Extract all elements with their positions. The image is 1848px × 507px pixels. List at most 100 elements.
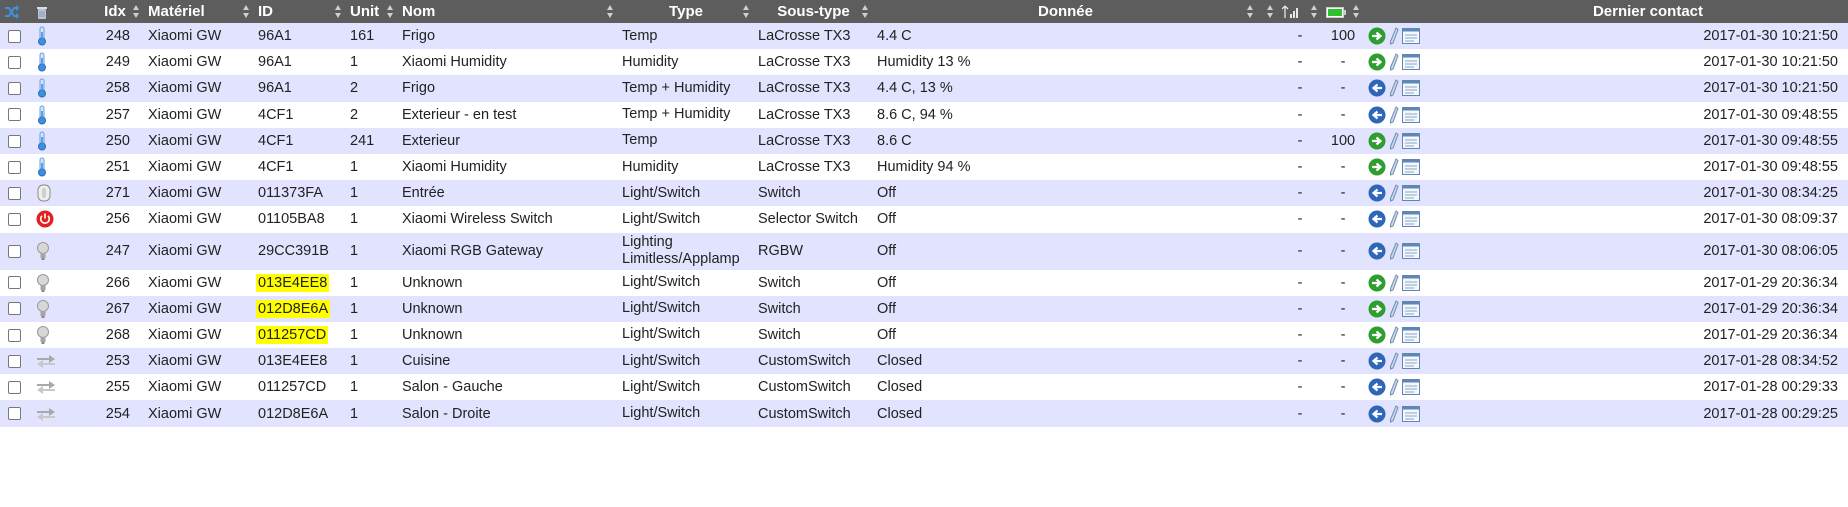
nom-cell: Cuisine <box>402 353 451 370</box>
edit-pencil-icon[interactable] <box>1389 404 1399 423</box>
trash-icon[interactable] <box>36 5 48 20</box>
row-checkbox[interactable] <box>8 82 21 96</box>
edit-pencil-icon[interactable] <box>1389 105 1399 124</box>
arrow-right-icon[interactable] <box>1368 274 1386 292</box>
edit-pencil-icon[interactable] <box>1389 210 1399 229</box>
col-unit[interactable]: Unit <box>346 0 398 23</box>
arrow-left-icon[interactable] <box>1368 352 1386 370</box>
row-checkbox[interactable] <box>8 381 21 395</box>
col-id[interactable]: ID <box>254 0 346 23</box>
shuffle-icon[interactable] <box>4 5 20 20</box>
table-row[interactable]: 250 Xiaomi GW 4CF1 241 Exterieur Temp LaCrosse… <box>0 127 1848 154</box>
edit-pencil-icon[interactable] <box>1389 378 1399 397</box>
col-soustype[interactable]: Sous-type <box>754 0 873 23</box>
row-checkbox[interactable] <box>8 29 21 43</box>
table-row[interactable]: 258 Xiaomi GW 96A1 2 Frigo Temp + Humidity LaC… <box>0 75 1848 102</box>
arrow-left-icon[interactable] <box>1368 79 1386 97</box>
edit-pencil-icon[interactable] <box>1389 158 1399 176</box>
log-window-icon[interactable] <box>1402 106 1420 123</box>
row-checkbox[interactable] <box>8 328 21 342</box>
donnee-cell: Off <box>877 243 897 259</box>
table-row[interactable]: 266 Xiaomi GW 013E4EE8 1 Unknown Light/Switch… <box>0 269 1848 296</box>
log-window-icon[interactable] <box>1402 211 1420 228</box>
arrow-right-icon[interactable] <box>1368 300 1386 318</box>
type-cell: Humidity <box>622 158 679 175</box>
actions-cell <box>1364 128 1448 154</box>
signal-icon <box>1281 5 1298 19</box>
row-checkbox[interactable] <box>8 276 21 290</box>
row-checkbox[interactable] <box>8 134 21 148</box>
row-checkbox[interactable] <box>8 407 21 421</box>
arrow-left-icon[interactable] <box>1368 378 1386 396</box>
col-contact[interactable]: Dernier contact <box>1448 0 1848 23</box>
log-window-icon[interactable] <box>1402 28 1420 45</box>
row-checkbox[interactable] <box>8 302 21 316</box>
table-row[interactable]: 247 Xiaomi GW 29CC391B 1 Xiaomi RGB Gateway L… <box>0 232 1848 270</box>
table-row[interactable]: 267 Xiaomi GW 012D8E6A 1 Unknown Light/Switch… <box>0 295 1848 322</box>
arrow-left-icon[interactable] <box>1368 242 1386 260</box>
row-checkbox[interactable] <box>8 244 21 258</box>
arrow-right-icon[interactable] <box>1368 53 1386 71</box>
row-checkbox[interactable] <box>8 213 21 227</box>
log-window-icon[interactable] <box>1402 132 1420 149</box>
table-row[interactable]: 268 Xiaomi GW 011257CD 1 Unknown Light/Switch… <box>0 321 1848 349</box>
col-signal-sort[interactable] <box>1258 0 1278 23</box>
row-checkbox[interactable] <box>8 108 21 122</box>
log-window-icon[interactable] <box>1402 326 1420 343</box>
edit-pencil-icon[interactable] <box>1389 326 1399 344</box>
col-idx[interactable]: Idx <box>86 0 144 23</box>
arrow-left-icon[interactable] <box>1368 210 1386 228</box>
log-window-icon[interactable] <box>1402 379 1420 396</box>
log-window-icon[interactable] <box>1402 353 1420 370</box>
arrow-left-icon[interactable] <box>1368 405 1386 423</box>
table-row[interactable]: 251 Xiaomi GW 4CF1 1 Xiaomi Humidity Humidity… <box>0 153 1848 181</box>
log-window-icon[interactable] <box>1402 54 1420 71</box>
log-window-icon[interactable] <box>1402 405 1420 422</box>
col-nom[interactable]: Nom <box>398 0 618 23</box>
edit-pencil-icon[interactable] <box>1389 132 1399 150</box>
actions-cell <box>1364 400 1448 426</box>
edit-pencil-icon[interactable] <box>1389 242 1399 260</box>
log-window-icon[interactable] <box>1402 80 1420 97</box>
row-checkbox[interactable] <box>8 55 21 69</box>
table-row[interactable]: 253 Xiaomi GW 013E4EE8 1 Cuisine Light/Switch… <box>0 348 1848 375</box>
table-row[interactable]: 249 Xiaomi GW 96A1 1 Xiaomi Humidity Humidity… <box>0 49 1848 76</box>
edit-pencil-icon[interactable] <box>1389 184 1399 202</box>
row-checkbox[interactable] <box>8 160 21 174</box>
signal-cell: - <box>1297 274 1303 291</box>
edit-pencil-icon[interactable] <box>1389 273 1399 292</box>
arrow-right-icon[interactable] <box>1368 132 1386 150</box>
sort-icon <box>387 5 394 18</box>
table-row[interactable]: 254 Xiaomi GW 012D8E6A 1 Salon - Droite Light… <box>0 400 1848 427</box>
log-window-icon[interactable] <box>1402 243 1420 259</box>
table-row[interactable]: 255 Xiaomi GW 011257CD 1 Salon - Gauche Light… <box>0 374 1848 401</box>
arrow-right-icon[interactable] <box>1368 158 1386 176</box>
table-row[interactable]: 256 Xiaomi GW 01105BA8 1 Xiaomi Wireless Swi… <box>0 206 1848 233</box>
table-row[interactable]: 257 Xiaomi GW 4CF1 2 Exterieur - en test Temp… <box>0 101 1848 128</box>
col-battery[interactable] <box>1322 0 1364 23</box>
arrow-left-icon[interactable] <box>1368 184 1386 202</box>
col-type[interactable]: Type <box>618 0 754 23</box>
col-donnee[interactable]: Donnée <box>873 0 1258 23</box>
arrow-left-icon[interactable] <box>1368 106 1386 124</box>
row-checkbox[interactable] <box>8 186 21 200</box>
col-delete[interactable] <box>32 0 86 23</box>
log-window-icon[interactable] <box>1402 300 1420 317</box>
table-row[interactable]: 271 Xiaomi GW 011373FA 1 Entrée Light/Switch S… <box>0 180 1848 207</box>
edit-pencil-icon[interactable] <box>1389 53 1399 72</box>
col-select-all[interactable] <box>0 0 32 23</box>
log-window-icon[interactable] <box>1402 274 1420 291</box>
row-checkbox[interactable] <box>8 354 21 368</box>
id-cell: 013E4EE8 <box>254 348 346 374</box>
edit-pencil-icon[interactable] <box>1389 352 1399 370</box>
edit-pencil-icon[interactable] <box>1389 79 1399 98</box>
col-signal[interactable] <box>1278 0 1322 23</box>
edit-pencil-icon[interactable] <box>1389 299 1399 318</box>
log-window-icon[interactable] <box>1402 185 1420 202</box>
edit-pencil-icon[interactable] <box>1389 27 1399 45</box>
log-window-icon[interactable] <box>1402 159 1420 176</box>
table-row[interactable]: 248 Xiaomi GW 96A1 161 Frigo Temp LaCrosse TX3… <box>0 23 1848 50</box>
col-materiel[interactable]: Matériel <box>144 0 254 23</box>
arrow-right-icon[interactable] <box>1368 326 1386 344</box>
arrow-right-icon[interactable] <box>1368 27 1386 45</box>
